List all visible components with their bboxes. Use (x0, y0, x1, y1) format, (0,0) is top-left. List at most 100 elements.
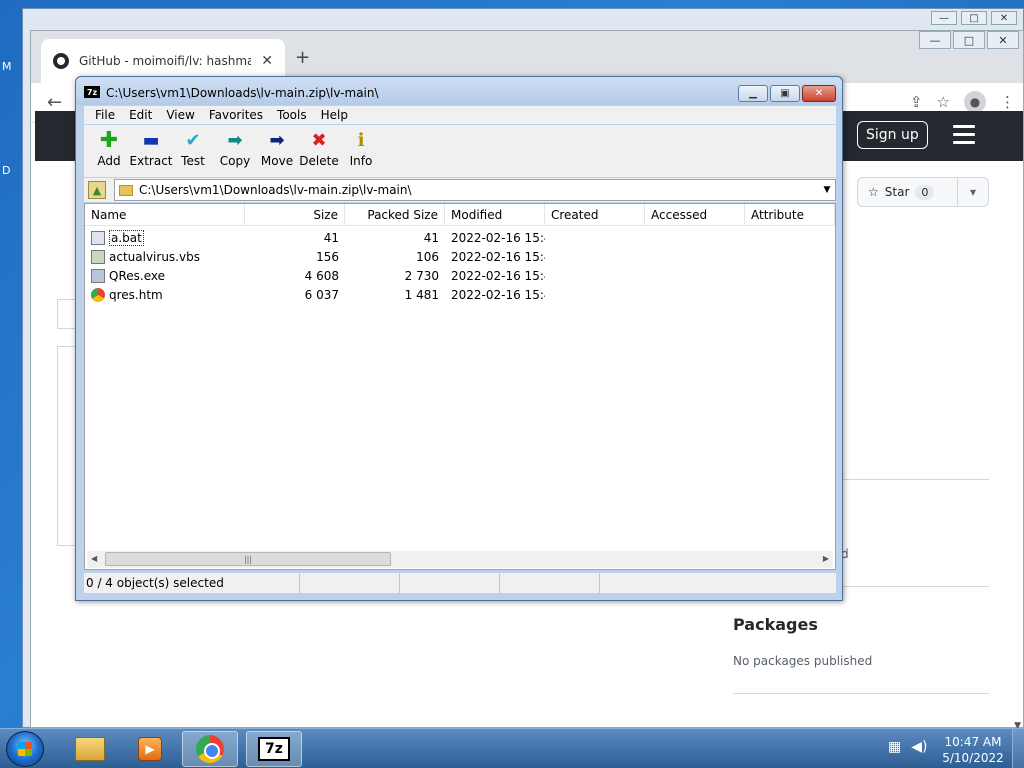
close-icon[interactable]: ✕ (991, 11, 1017, 25)
new-tab-button[interactable]: + (295, 47, 310, 68)
clock-time: 10:47 AM (944, 735, 1002, 749)
tool-label: Add (97, 154, 121, 168)
address-text: C:\Users\vm1\Downloads\lv-main.zip\lv-ma… (139, 183, 412, 197)
tab-close-icon[interactable]: ✕ (261, 53, 273, 69)
scrollbar-thumb[interactable]: ||| (105, 552, 391, 566)
maximize-icon[interactable]: □ (961, 11, 987, 25)
menu-help[interactable]: Help (314, 108, 355, 122)
horizontal-scrollbar[interactable]: ◀ ||| ▶ (87, 551, 833, 568)
delete-button[interactable]: ✖ Delete (298, 125, 340, 177)
maximize-icon[interactable]: ▣ (770, 85, 800, 102)
tool-label: Info (349, 154, 373, 168)
file-modified: 2022-02-16 15:46 (451, 249, 545, 264)
tool-label: Test (181, 154, 205, 168)
menu-view[interactable]: View (159, 108, 201, 122)
move-icon: ➡ (269, 130, 285, 151)
list-header: Name Size Packed Size Modified Created A… (85, 204, 835, 226)
taskbar-sevenzip-button[interactable]: 7z (246, 731, 302, 767)
copy-button[interactable]: ➡ Copy (214, 125, 256, 177)
add-button[interactable]: ✚ Add (88, 125, 130, 177)
file-modified: 2022-02-16 15:46 (451, 230, 545, 245)
file-name: QRes.exe (109, 268, 165, 283)
volume-icon[interactable]: ◀) (911, 739, 927, 755)
share-icon[interactable]: ⇪ (910, 93, 923, 111)
file-size: 41 (323, 230, 339, 245)
column-header-packed-size[interactable]: Packed Size (345, 204, 445, 225)
file-name-cell: actualvirus.vbs (85, 247, 245, 266)
file-size: 6 037 (304, 287, 339, 302)
file-name-cell: QRes.exe (85, 266, 245, 285)
chrome-icon (196, 735, 224, 763)
status-segment (400, 573, 500, 593)
tool-label: Copy (219, 154, 251, 168)
table-row[interactable]: actualvirus.vbs 156 106 2022-02-16 15:46 (85, 247, 835, 266)
move-button[interactable]: ➡ Move (256, 125, 298, 177)
executable-file-icon (91, 268, 105, 283)
sevenzip-toolbar: ✚ Add ▬ Extract ✔ Test ➡ Copy ➡ Move ✖ D… (84, 125, 836, 177)
minimize-icon[interactable]: — (931, 11, 957, 25)
test-button[interactable]: ✔ Test (172, 125, 214, 177)
column-header-accessed[interactable]: Accessed (645, 204, 745, 225)
taskbar-chrome-button[interactable] (182, 731, 238, 767)
sevenzip-window: 7z C:\Users\vm1\Downloads\lv-main.zip\lv… (75, 76, 843, 601)
table-row[interactable]: a.bat 41 41 2022-02-16 15:46 (85, 228, 835, 247)
file-name: qres.htm (109, 287, 163, 302)
star-button[interactable]: ☆ Star 0 (858, 178, 958, 206)
column-header-size[interactable]: Size (245, 204, 345, 225)
start-button[interactable] (6, 731, 44, 767)
add-icon: ✚ (99, 128, 119, 153)
desktop-icon-label[interactable]: D (2, 164, 10, 177)
table-row[interactable]: qres.htm 6 037 1 481 2022-02-16 15:46 (85, 285, 835, 304)
file-packed-size: 106 (416, 249, 439, 264)
show-desktop-button[interactable] (1012, 729, 1024, 768)
menu-file[interactable]: File (88, 108, 122, 122)
column-header-modified[interactable]: Modified (445, 204, 545, 225)
column-header-created[interactable]: Created (545, 204, 645, 225)
star-icon: ☆ (868, 185, 879, 199)
hamburger-menu-icon[interactable] (953, 125, 975, 149)
close-icon[interactable]: ✕ (987, 31, 1019, 49)
sevenzip-title-bar[interactable]: 7z C:\Users\vm1\Downloads\lv-main.zip\lv… (76, 77, 842, 105)
scroll-left-arrow-icon[interactable]: ◀ (91, 554, 97, 563)
extract-icon: ▬ (142, 130, 160, 151)
column-header-attributes[interactable]: Attribute (745, 204, 835, 225)
taskbar-media-player-button[interactable]: ▶ (122, 731, 178, 767)
info-button[interactable]: ℹ Info (340, 125, 382, 177)
menu-tools[interactable]: Tools (270, 108, 314, 122)
column-header-name[interactable]: Name (85, 204, 245, 225)
scroll-right-arrow-icon[interactable]: ▶ (823, 554, 829, 563)
sign-up-button[interactable]: Sign up (857, 121, 928, 149)
dropdown-arrow-icon[interactable]: ▼ (819, 185, 835, 195)
back-button[interactable]: ← (47, 92, 62, 113)
sevenzip-logo-icon: 7z (84, 86, 100, 98)
address-input[interactable]: C:\Users\vm1\Downloads\lv-main.zip\lv-ma… (114, 179, 836, 201)
file-name: a.bat (109, 229, 144, 246)
delete-icon: ✖ (311, 130, 327, 151)
menu-edit[interactable]: Edit (122, 108, 159, 122)
system-tray: ▦ ◀) (888, 739, 927, 755)
clock[interactable]: 10:47 AM 5/10/2022 (938, 734, 1008, 766)
folder-up-icon[interactable]: ▲ (88, 181, 106, 199)
menu-favorites[interactable]: Favorites (202, 108, 270, 122)
clock-date: 5/10/2022 (942, 751, 1004, 765)
folder-icon (75, 737, 105, 761)
caret-down-icon[interactable]: ▾ (958, 185, 988, 199)
file-size: 156 (316, 249, 339, 264)
bookmark-star-icon[interactable]: ☆ (937, 93, 950, 111)
file-packed-size: 2 730 (404, 268, 439, 283)
close-icon[interactable]: ✕ (802, 85, 836, 102)
minimize-icon[interactable]: ▁ (738, 85, 768, 102)
extract-button[interactable]: ▬ Extract (130, 125, 173, 177)
table-row[interactable]: QRes.exe 4 608 2 730 2022-02-16 15:46 (85, 266, 835, 285)
star-button-group: ☆ Star 0 ▾ (857, 177, 989, 207)
desktop-icon-label[interactable]: M (2, 60, 12, 73)
file-modified: 2022-02-16 15:46 (451, 287, 545, 302)
minimize-icon[interactable]: — (919, 31, 951, 49)
test-icon: ✔ (185, 130, 201, 151)
profile-avatar-icon[interactable]: ● (964, 91, 986, 113)
taskbar-explorer-button[interactable] (62, 731, 118, 767)
network-icon[interactable]: ▦ (888, 739, 901, 755)
sevenzip-window-controls: ▁ ▣ ✕ (738, 85, 836, 102)
maximize-icon[interactable]: □ (953, 31, 985, 49)
kebab-menu-icon[interactable]: ⋮ (1000, 93, 1015, 111)
